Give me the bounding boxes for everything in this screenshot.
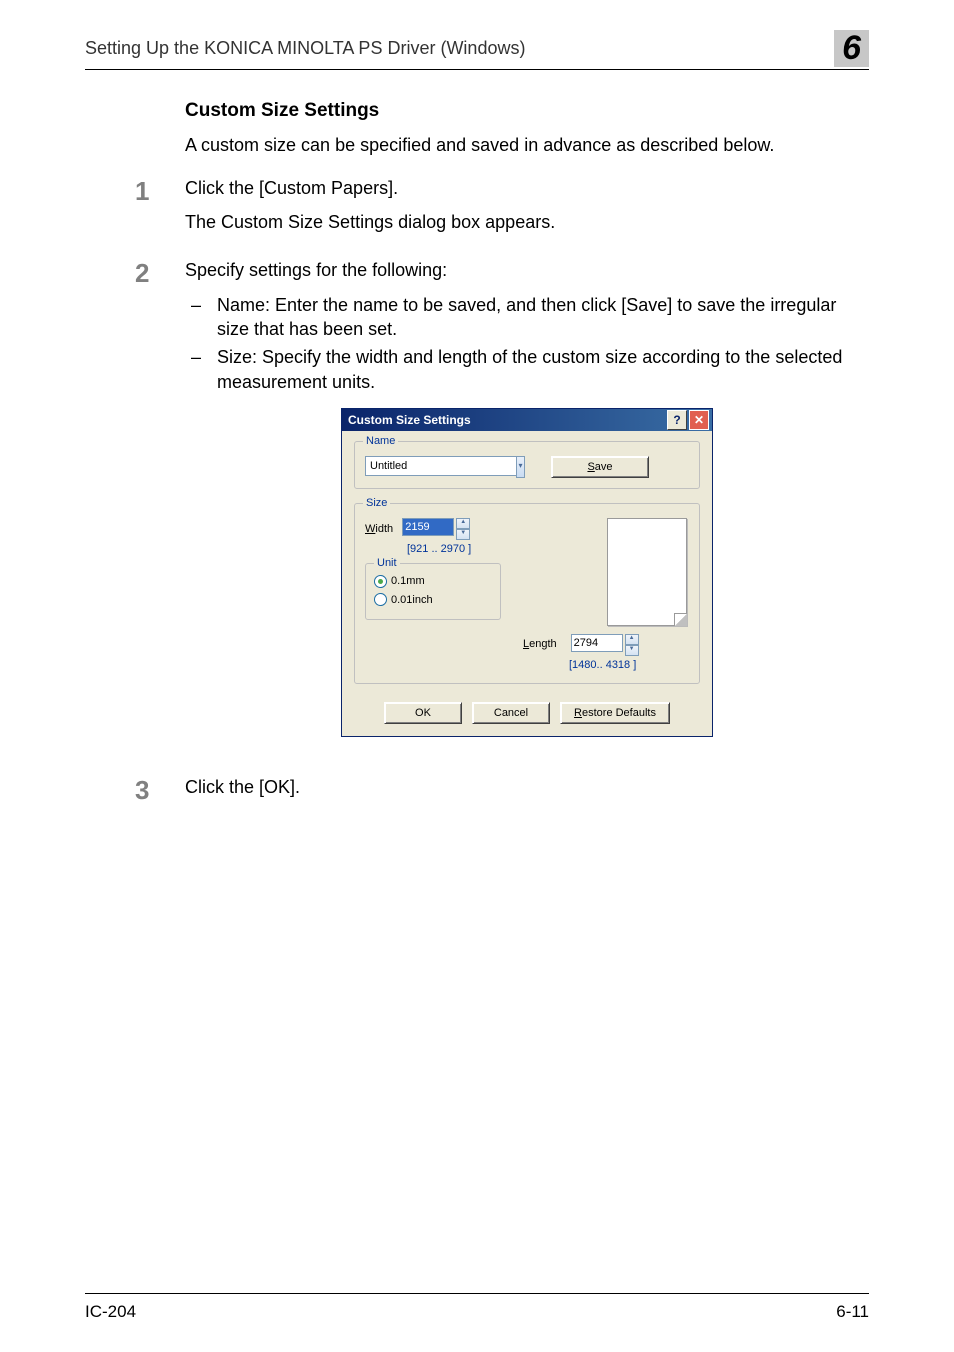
size-legend: Size [363, 496, 390, 511]
spin-down-icon[interactable]: ▼ [456, 529, 470, 540]
spin-down-icon[interactable]: ▼ [625, 645, 639, 656]
length-label: Length [523, 637, 557, 652]
step-1-line-2: The Custom Size Settings dialog box appe… [185, 210, 555, 234]
step-2-bullet-name: Name: Enter the name to be saved, and th… [185, 293, 869, 342]
step-number: 2 [135, 258, 185, 760]
running-title: Setting Up the KONICA MINOLTA PS Driver … [85, 38, 525, 59]
footer-page-number: 6-11 [836, 1302, 869, 1322]
step-2: 2 Specify settings for the following: Na… [185, 258, 869, 760]
unit-inch-label: 0.01inch [391, 593, 433, 608]
width-spinner[interactable]: ▲ ▼ [402, 518, 470, 540]
unit-groupbox: Unit 0.1mm 0.01inch [365, 563, 501, 621]
chapter-number: 6 [834, 30, 869, 67]
custom-size-dialog: Custom Size Settings ? ✕ Name [341, 408, 713, 737]
unit-inch-option[interactable]: 0.01inch [374, 593, 492, 608]
section-title: Custom Size Settings [185, 100, 869, 122]
radio-unchecked-icon[interactable] [374, 593, 387, 606]
width-input[interactable] [402, 518, 454, 536]
restore-defaults-button[interactable]: Restore Defaults [560, 702, 670, 724]
step-3-line-1: Click the [OK]. [185, 775, 300, 799]
name-input[interactable] [365, 456, 516, 476]
step-number: 3 [135, 775, 185, 809]
spin-up-icon[interactable]: ▲ [625, 634, 639, 645]
close-icon[interactable]: ✕ [689, 410, 709, 430]
length-range: [1480.. 4318 ] [569, 658, 689, 673]
step-1-line-1: Click the [Custom Papers]. [185, 176, 555, 200]
step-2-line-1: Specify settings for the following: [185, 258, 869, 282]
length-spinner[interactable]: ▲ ▼ [571, 634, 639, 656]
radio-checked-icon[interactable] [374, 575, 387, 588]
step-2-bullet-size: Size: Specify the width and length of th… [185, 345, 869, 394]
cancel-button[interactable]: Cancel [472, 702, 550, 724]
unit-mm-label: 0.1mm [391, 574, 425, 589]
dialog-title: Custom Size Settings [348, 412, 665, 428]
page-header: Setting Up the KONICA MINOLTA PS Driver … [85, 30, 869, 70]
section-intro: A custom size can be specified and saved… [185, 134, 869, 157]
width-label: Width [365, 523, 393, 535]
name-legend: Name [363, 434, 398, 449]
width-range: [921 .. 2970 ] [407, 542, 523, 557]
ok-button[interactable]: OK [384, 702, 462, 724]
size-groupbox: Size Width ▲ [354, 503, 700, 684]
step-number: 1 [135, 176, 185, 245]
footer-model: IC-204 [85, 1302, 136, 1322]
spin-up-icon[interactable]: ▲ [456, 518, 470, 529]
length-input[interactable] [571, 634, 623, 652]
paper-preview [607, 518, 687, 626]
chevron-down-icon[interactable]: ▾ [516, 456, 525, 478]
help-icon[interactable]: ? [667, 410, 687, 430]
page-footer: IC-204 6-11 [85, 1293, 869, 1322]
save-button[interactable]: Save [551, 456, 649, 478]
unit-mm-option[interactable]: 0.1mm [374, 574, 492, 589]
step-1: 1 Click the [Custom Papers]. The Custom … [185, 176, 869, 245]
name-combo[interactable]: ▾ [365, 456, 525, 478]
name-groupbox: Name ▾ Save [354, 441, 700, 489]
unit-legend: Unit [374, 556, 400, 571]
step-3: 3 Click the [OK]. [185, 775, 869, 809]
dialog-titlebar[interactable]: Custom Size Settings ? ✕ [342, 409, 712, 431]
